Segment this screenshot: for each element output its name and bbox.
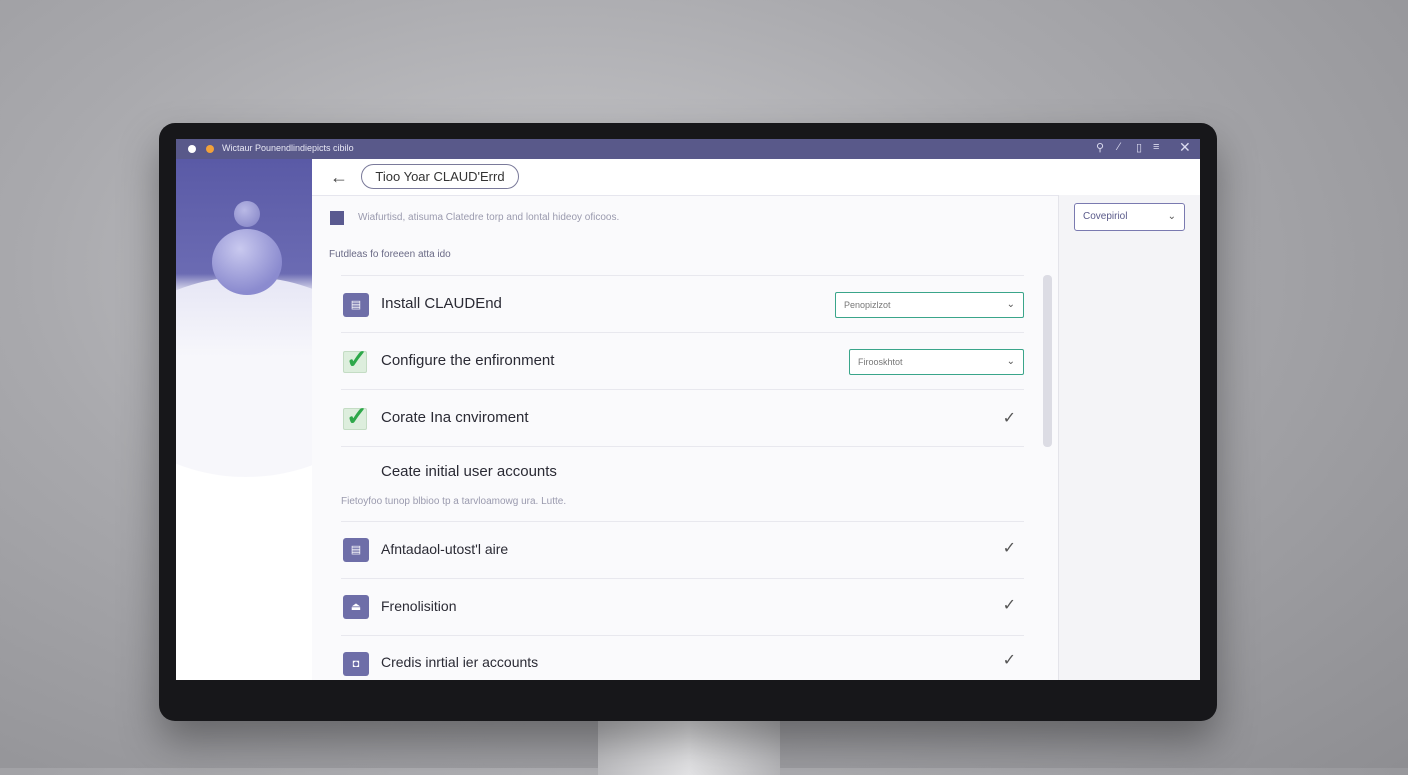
step-label: Ceate initial user accounts [381,463,557,480]
checkbox-checked[interactable]: ✓ [343,401,368,431]
checkbox-checked[interactable]: ✓ [343,344,368,374]
app-window: Wictaur Pounendlindiepicts cibilo ⚲ ⁄ ▯ … [176,139,1200,680]
title-bar: Wictaur Pounendlindiepicts cibilo ⚲ ⁄ ▯ … [176,139,1200,159]
window-title: Wictaur Pounendlindiepicts cibilo [222,143,354,153]
edit-icon[interactable]: ⁄ [1118,141,1120,153]
accounts-icon: ◘ [343,652,369,676]
step-row-create-env[interactable]: ✓ Corate Ina cnviroment ✓ [341,389,1024,446]
header-bar: ← Tioo Yoar CLAUD'Errd ⏻ ▭ ⚙ [312,159,1200,196]
panel-select[interactable]: Covepiriol ⌄ [1074,203,1185,231]
monitor-stand [598,715,780,775]
step-label: Configure the enfironment [381,352,555,369]
step-label: Afntadaol-utost'l aire [381,541,509,557]
avatar-body [212,229,282,295]
chevron-down-icon: ⌄ [1006,356,1015,367]
step-status-select[interactable]: Penopizlzot ⌄ [835,292,1024,318]
step-row-resolution[interactable]: ⏏ Frenolisition ✓ [341,578,1024,635]
checkmark-icon: ✓ [346,344,368,374]
section-label: Futdleas fo foreeen atta ido [329,249,451,260]
back-arrow-icon[interactable]: ← [330,167,348,188]
account-icon[interactable]: ⚲ [1096,141,1104,154]
checkmark-icon: ✓ [346,401,368,431]
step-label: Credis inrtial ier accounts [381,654,539,670]
hint-text: Fietoyfoo tunop blbioo tp a tarvloamowg … [341,496,567,507]
step-select-value: Firooskhtot [858,357,903,367]
close-icon[interactable]: ✕ [1179,139,1191,156]
step-select-value: Penopizlzot [844,300,891,310]
step-label: Corate Ina cnviroment [381,409,529,426]
step-row-accounts[interactable]: Ceate initial user accounts [341,446,1024,503]
step-label: Install CLAUDEnd [381,295,502,312]
step-row-install[interactable]: ▤ Install CLAUDEnd Penopizlzot ⌄ [341,275,1024,332]
eject-icon: ⏏ [343,595,369,619]
step-row-configure[interactable]: ✓ Configure the enfironment Firooskhtot … [341,332,1024,389]
panel-select-value: Covepiriol [1083,211,1128,222]
step-label: Frenolisition [381,598,457,614]
page-title: Tioo Yoar CLAUD'Errd [361,164,519,189]
avatar-head [234,201,260,227]
step-row-create-accounts[interactable]: ◘ Credis inrtial ier accounts ✓ [341,635,1024,680]
right-panel: Covepiriol ⌄ [1058,195,1200,680]
scrollbar[interactable] [1043,275,1052,447]
done-check-icon: ✓ [1002,597,1016,614]
hill-shape [176,277,312,477]
done-check-icon: ✓ [1002,410,1016,427]
chevron-down-icon: ⌄ [1006,299,1015,310]
window-dot-icon[interactable] [206,145,214,153]
minimize-icon[interactable]: ▯ [1136,141,1142,154]
install-icon: ▤ [343,293,369,317]
done-check-icon: ✓ [1002,652,1016,669]
window-dot-icon[interactable] [188,145,196,153]
notice-text: Wiafurtisd, atisuma Clatedre torp and lo… [358,212,620,223]
chevron-down-icon: ⌄ [1167,211,1176,222]
sidebar-illustration [176,159,312,680]
menu-icon[interactable]: ≡ [1153,141,1159,153]
step-status-select[interactable]: Firooskhtot ⌄ [849,349,1024,375]
done-check-icon: ✓ [1002,540,1016,557]
setup-icon: ▤ [343,538,369,562]
info-icon [330,211,344,225]
step-row-setup[interactable]: ▤ Afntadaol-utost'l aire ✓ [341,521,1024,578]
